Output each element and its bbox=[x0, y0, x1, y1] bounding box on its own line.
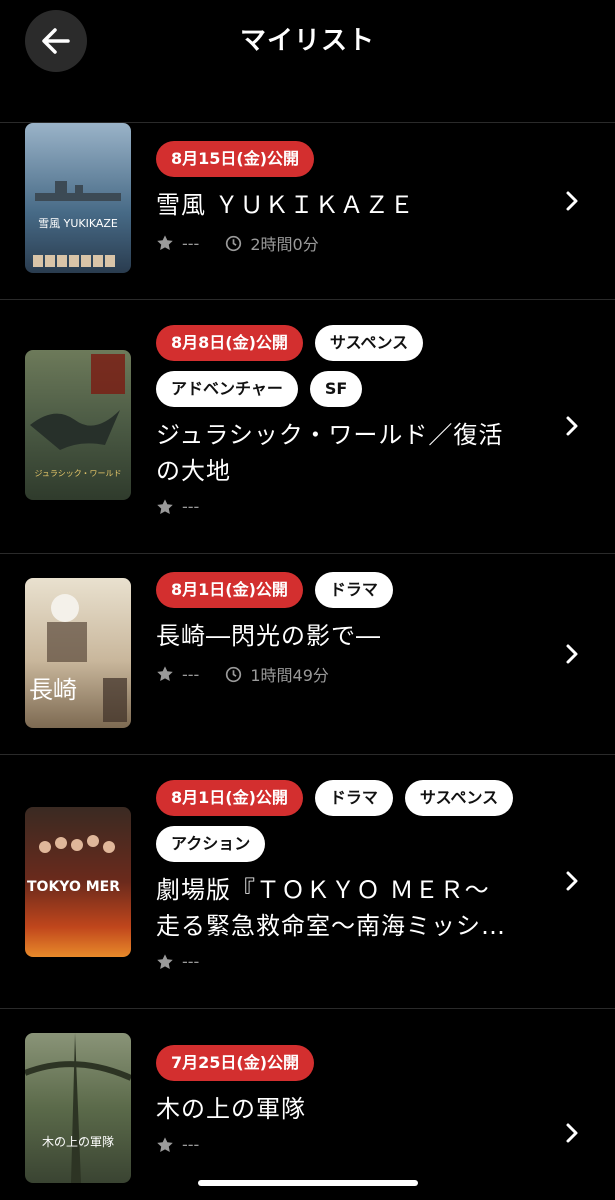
rating: --- bbox=[182, 233, 200, 253]
tag-group: 8月8日(金)公開 サスペンス アドベンチャー SF bbox=[156, 325, 536, 407]
release-date-badge: 8月1日(金)公開 bbox=[156, 780, 303, 816]
tag-group: 8月1日(金)公開 ドラマ bbox=[156, 572, 536, 608]
chevron-right-icon bbox=[566, 644, 578, 664]
poster-title: TOKYO MER bbox=[27, 879, 120, 895]
movie-title: 劇場版『ＴＯＫＹＯ ＭＥＲ～ 走る緊急救命室～南海ミッシ… bbox=[156, 876, 506, 940]
chevron-right-icon bbox=[566, 416, 578, 436]
genre-tag: サスペンス bbox=[314, 325, 424, 361]
movie-title: 雪風 ＹＵＫＩＫＡＺＥ bbox=[156, 191, 415, 219]
star-icon bbox=[157, 666, 173, 682]
genre-tag: ドラマ bbox=[314, 572, 393, 608]
genre-tag: サスペンス bbox=[404, 780, 514, 816]
movie-meta: --- 1時間49分 bbox=[156, 662, 536, 686]
rating: --- bbox=[182, 664, 200, 684]
release-date-badge: 8月8日(金)公開 bbox=[156, 325, 303, 361]
list-item[interactable]: ジュラシック・ワールド 8月8日(金)公開 サスペンス アドベンチャー SF ジ… bbox=[0, 300, 615, 554]
genre-tag: アドベンチャー bbox=[156, 371, 298, 407]
poster-title: 雪風 YUKIKAZE bbox=[38, 217, 118, 230]
chevron-right-icon bbox=[566, 871, 578, 891]
list-item[interactable]: TOKYO MER 8月1日(金)公開 ドラマ サスペンス アクション 劇場版『… bbox=[0, 755, 615, 1009]
star-icon bbox=[157, 1136, 173, 1152]
movie-title: ジュラシック・ワールド／復活 の大地 bbox=[156, 421, 504, 485]
movie-title: 長崎―閃光の影で― bbox=[156, 622, 381, 650]
release-date-badge: 8月1日(金)公開 bbox=[156, 572, 303, 608]
duration: 1時間49分 bbox=[250, 666, 329, 685]
poster-title: 長崎 bbox=[29, 676, 77, 704]
chevron-right-icon bbox=[566, 1123, 578, 1143]
list-item[interactable]: 雪風 YUKIKAZE 8月15日(金)公開 雪風 ＹＵＫＩＫＡＺＥ --- 2… bbox=[0, 123, 615, 300]
movie-meta: --- bbox=[156, 952, 536, 971]
movie-meta: --- 2時間0分 bbox=[156, 231, 536, 255]
release-date-badge: 8月15日(金)公開 bbox=[156, 141, 315, 177]
poster-image: ジュラシック・ワールド bbox=[25, 350, 131, 500]
duration: 2時間0分 bbox=[250, 235, 319, 254]
poster-title: ジュラシック・ワールド bbox=[34, 469, 122, 478]
genre-tag: ドラマ bbox=[314, 780, 393, 816]
genre-tag: アクション bbox=[156, 826, 266, 862]
release-date-badge: 7月25日(金)公開 bbox=[156, 1045, 315, 1081]
page-title: マイリスト bbox=[239, 26, 375, 56]
rating: --- bbox=[182, 952, 200, 971]
tag-group: 7月25日(金)公開 bbox=[156, 1045, 536, 1081]
list-item[interactable]: 木の上の軍隊 7月25日(金)公開 木の上の軍隊 --- bbox=[0, 1009, 615, 1200]
clock-icon bbox=[226, 235, 242, 251]
home-indicator bbox=[198, 1180, 418, 1186]
movie-meta: --- bbox=[156, 1135, 536, 1154]
star-icon bbox=[157, 235, 173, 251]
chevron-right-icon bbox=[566, 191, 578, 211]
poster-image: 長崎 bbox=[25, 578, 131, 728]
tag-group: 8月15日(金)公開 bbox=[156, 141, 536, 177]
rating: --- bbox=[182, 497, 200, 516]
tag-group: 8月1日(金)公開 ドラマ サスペンス アクション bbox=[156, 780, 536, 862]
movie-meta: --- bbox=[156, 497, 536, 516]
poster-image: TOKYO MER bbox=[25, 807, 131, 957]
list-item[interactable]: 長崎 8月1日(金)公開 ドラマ 長崎―閃光の影で― --- 1時間49分 bbox=[0, 554, 615, 755]
poster-image: 雪風 YUKIKAZE bbox=[25, 123, 131, 273]
poster-image: 木の上の軍隊 bbox=[25, 1033, 131, 1183]
rating: --- bbox=[182, 1135, 200, 1154]
star-icon bbox=[157, 953, 173, 969]
clock-icon bbox=[226, 666, 242, 682]
genre-tag: SF bbox=[309, 371, 363, 407]
movie-title: 木の上の軍隊 bbox=[156, 1095, 306, 1123]
star-icon bbox=[157, 498, 173, 514]
poster-title: 木の上の軍隊 bbox=[41, 1135, 114, 1149]
header: マイリスト bbox=[0, 0, 615, 123]
